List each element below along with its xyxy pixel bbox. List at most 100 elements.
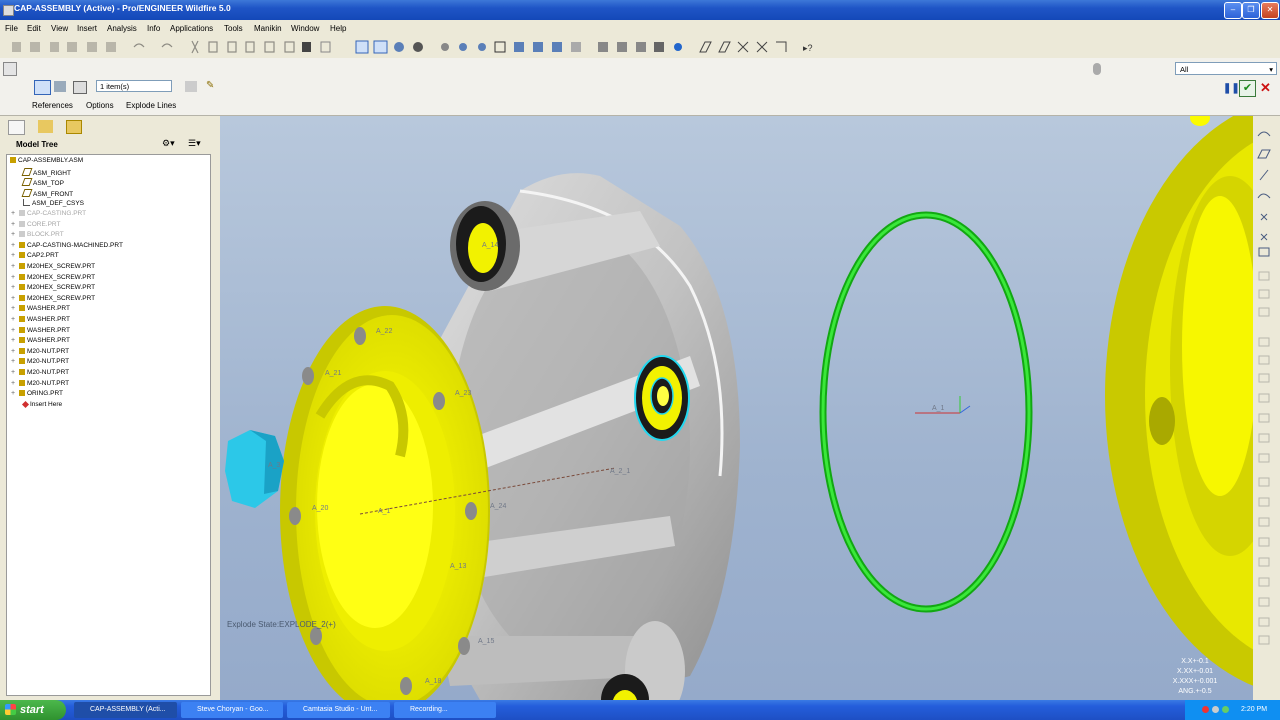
title-bar: CAP-ASSEMBLY (Active) - Pro/ENGINEER Wil…	[0, 0, 1280, 20]
expand-icon[interactable]: +	[11, 210, 19, 217]
start-button[interactable]: start	[0, 700, 66, 720]
expand-icon[interactable]: +	[11, 390, 19, 397]
svg-text:▸?: ▸?	[803, 43, 813, 53]
main-toolbar: ▸?	[0, 37, 1280, 59]
axis-label: A_1	[932, 405, 945, 412]
menu-help[interactable]: Help	[330, 24, 346, 33]
asm-icon	[10, 157, 16, 163]
tree-item[interactable]: + CORE.PRT	[11, 220, 61, 231]
toolbar-icons[interactable]: ▸?	[0, 37, 820, 58]
tree-item-label: ASM_RIGHT	[33, 169, 71, 177]
tree-item[interactable]: + WASHER.PRT	[11, 305, 70, 315]
tolerance-line: X.X+-0.1	[1181, 658, 1209, 665]
part-icon	[19, 316, 25, 322]
tray-icon[interactable]	[1222, 706, 1229, 713]
expand-icon[interactable]: +	[11, 305, 19, 312]
explode-line-icon[interactable]	[185, 81, 197, 92]
expand-icon[interactable]: +	[11, 316, 19, 323]
expand-icon[interactable]: +	[11, 295, 19, 302]
tree-item[interactable]: + M20HEX_SCREW.PRT	[11, 294, 95, 305]
tree-item[interactable]: + CAP2.PRT	[11, 252, 59, 262]
expand-icon[interactable]: +	[11, 221, 19, 228]
expand-icon[interactable]: +	[11, 358, 19, 365]
expand-icon[interactable]: +	[11, 231, 19, 238]
tree-item[interactable]: + ORING.PRT	[11, 390, 63, 400]
cosmetic-line-icon[interactable]: ✎	[206, 80, 220, 92]
tree-item[interactable]: + WASHER.PRT	[11, 326, 70, 337]
expand-icon[interactable]: +	[11, 274, 19, 281]
maximize-button[interactable]: ❐	[1242, 2, 1260, 19]
tab-options[interactable]: Options	[86, 101, 114, 110]
model-tree-tab[interactable]	[8, 120, 25, 135]
tree-item[interactable]: + M20-NUT.PRT	[11, 347, 69, 358]
menu-analysis[interactable]: Analysis	[107, 24, 137, 33]
folder-browser-tab[interactable]	[38, 120, 53, 133]
tree-item[interactable]: + WASHER.PRT	[11, 316, 70, 326]
expand-icon[interactable]: +	[11, 252, 19, 259]
tray-icon[interactable]	[1202, 706, 1209, 713]
expand-icon[interactable]: +	[11, 337, 19, 344]
collector-field[interactable]: 1 item(s)	[96, 80, 172, 92]
expand-icon[interactable]: +	[11, 284, 19, 291]
accept-check-button[interactable]: ✔	[1239, 80, 1256, 97]
menu-file[interactable]: File	[5, 24, 18, 33]
tree-item[interactable]: CAP-ASSEMBLY.ASM	[10, 157, 83, 167]
tree-item[interactable]: + BLOCK.PRT	[11, 231, 64, 241]
show-icon[interactable]: ☰▾	[188, 138, 208, 150]
tree-item[interactable]: + M20HEX_SCREW.PRT	[11, 263, 95, 273]
expand-icon[interactable]: +	[11, 242, 19, 249]
tree-item[interactable]: + M20HEX_SCREW.PRT	[11, 284, 95, 294]
tree-item[interactable]: + CAP-CASTING-MACHINED.PRT	[11, 241, 123, 252]
selection-filter-value: All	[1180, 65, 1189, 74]
pause-button[interactable]: ❚❚	[1223, 83, 1240, 94]
tab-references[interactable]: References	[32, 101, 73, 110]
menu-view[interactable]: View	[51, 24, 68, 33]
task-browser[interactable]: Steve Choryan - Goo...	[181, 702, 283, 718]
translate-move-button[interactable]	[34, 80, 51, 95]
menu-insert[interactable]: Insert	[77, 24, 97, 33]
expand-icon[interactable]: +	[11, 263, 19, 270]
cancel-x-button[interactable]: ✕	[1260, 80, 1271, 96]
tree-item-label: CORE.PRT	[27, 220, 61, 228]
menu-info[interactable]: Info	[147, 24, 160, 33]
tree-item[interactable]: ASM_DEF_CSYS	[23, 199, 84, 209]
tree-item[interactable]: + M20-NUT.PRT	[11, 379, 69, 390]
axis-label: A_23	[455, 390, 472, 397]
tree-item[interactable]: ASM_TOP	[21, 178, 64, 188]
minimize-button[interactable]: –	[1224, 2, 1242, 19]
tree-item[interactable]: + M20HEX_SCREW.PRT	[11, 273, 95, 284]
tree-item[interactable]: + M20-NUT.PRT	[11, 369, 69, 379]
tree-item-label: ASM_TOP	[33, 180, 64, 188]
tree-item[interactable]: + WASHER.PRT	[11, 337, 70, 347]
tree-item[interactable]: + M20-NUT.PRT	[11, 358, 69, 368]
menu-window[interactable]: Window	[291, 24, 319, 33]
menu-edit[interactable]: Edit	[27, 24, 41, 33]
tree-item[interactable]: ASM_FRONT	[21, 188, 73, 199]
selection-filter-select[interactable]: All ▾	[1175, 62, 1277, 75]
menu-applications[interactable]: Applications	[170, 24, 213, 33]
rotate-move-button[interactable]	[54, 81, 66, 92]
expand-icon[interactable]: +	[11, 327, 19, 334]
menu-tools[interactable]: Tools	[224, 24, 243, 33]
datum-toolbar	[1253, 116, 1280, 700]
taskbar: start CAP-ASSEMBLY (Acti... Steve Chorya…	[0, 700, 1280, 720]
tab-explode-lines[interactable]: Explode Lines	[126, 101, 176, 110]
favorites-tab[interactable]	[66, 120, 82, 134]
expand-icon[interactable]: +	[11, 369, 19, 376]
menu-manikin[interactable]: Manikin	[254, 24, 282, 33]
task-recording[interactable]: Recording...	[394, 702, 496, 718]
view-plane-move-button[interactable]	[73, 81, 87, 94]
settings-icon[interactable]: ⚙▾	[162, 138, 182, 150]
tree-item-label: M20HEX_SCREW.PRT	[27, 263, 96, 270]
expand-icon[interactable]: +	[11, 348, 19, 355]
task-camtasia[interactable]: Camtasia Studio - Unt...	[287, 702, 390, 718]
task-proe[interactable]: CAP-ASSEMBLY (Acti...	[74, 702, 177, 718]
tree-item[interactable]: Insert Here	[21, 400, 62, 411]
tree-item[interactable]: ASM_RIGHT	[21, 167, 71, 178]
right-toolbar-icons[interactable]	[1253, 122, 1280, 662]
expand-icon[interactable]: +	[11, 380, 19, 387]
graphics-window[interactable]: A_14 A_22 A_21 A_23 A_2_1 A_1 A_20 A_24 …	[220, 116, 1253, 700]
tray-icon[interactable]	[1212, 706, 1219, 713]
close-button[interactable]: ✕	[1261, 2, 1279, 19]
tree-item[interactable]: + CAP-CASTING.PRT	[11, 210, 86, 220]
